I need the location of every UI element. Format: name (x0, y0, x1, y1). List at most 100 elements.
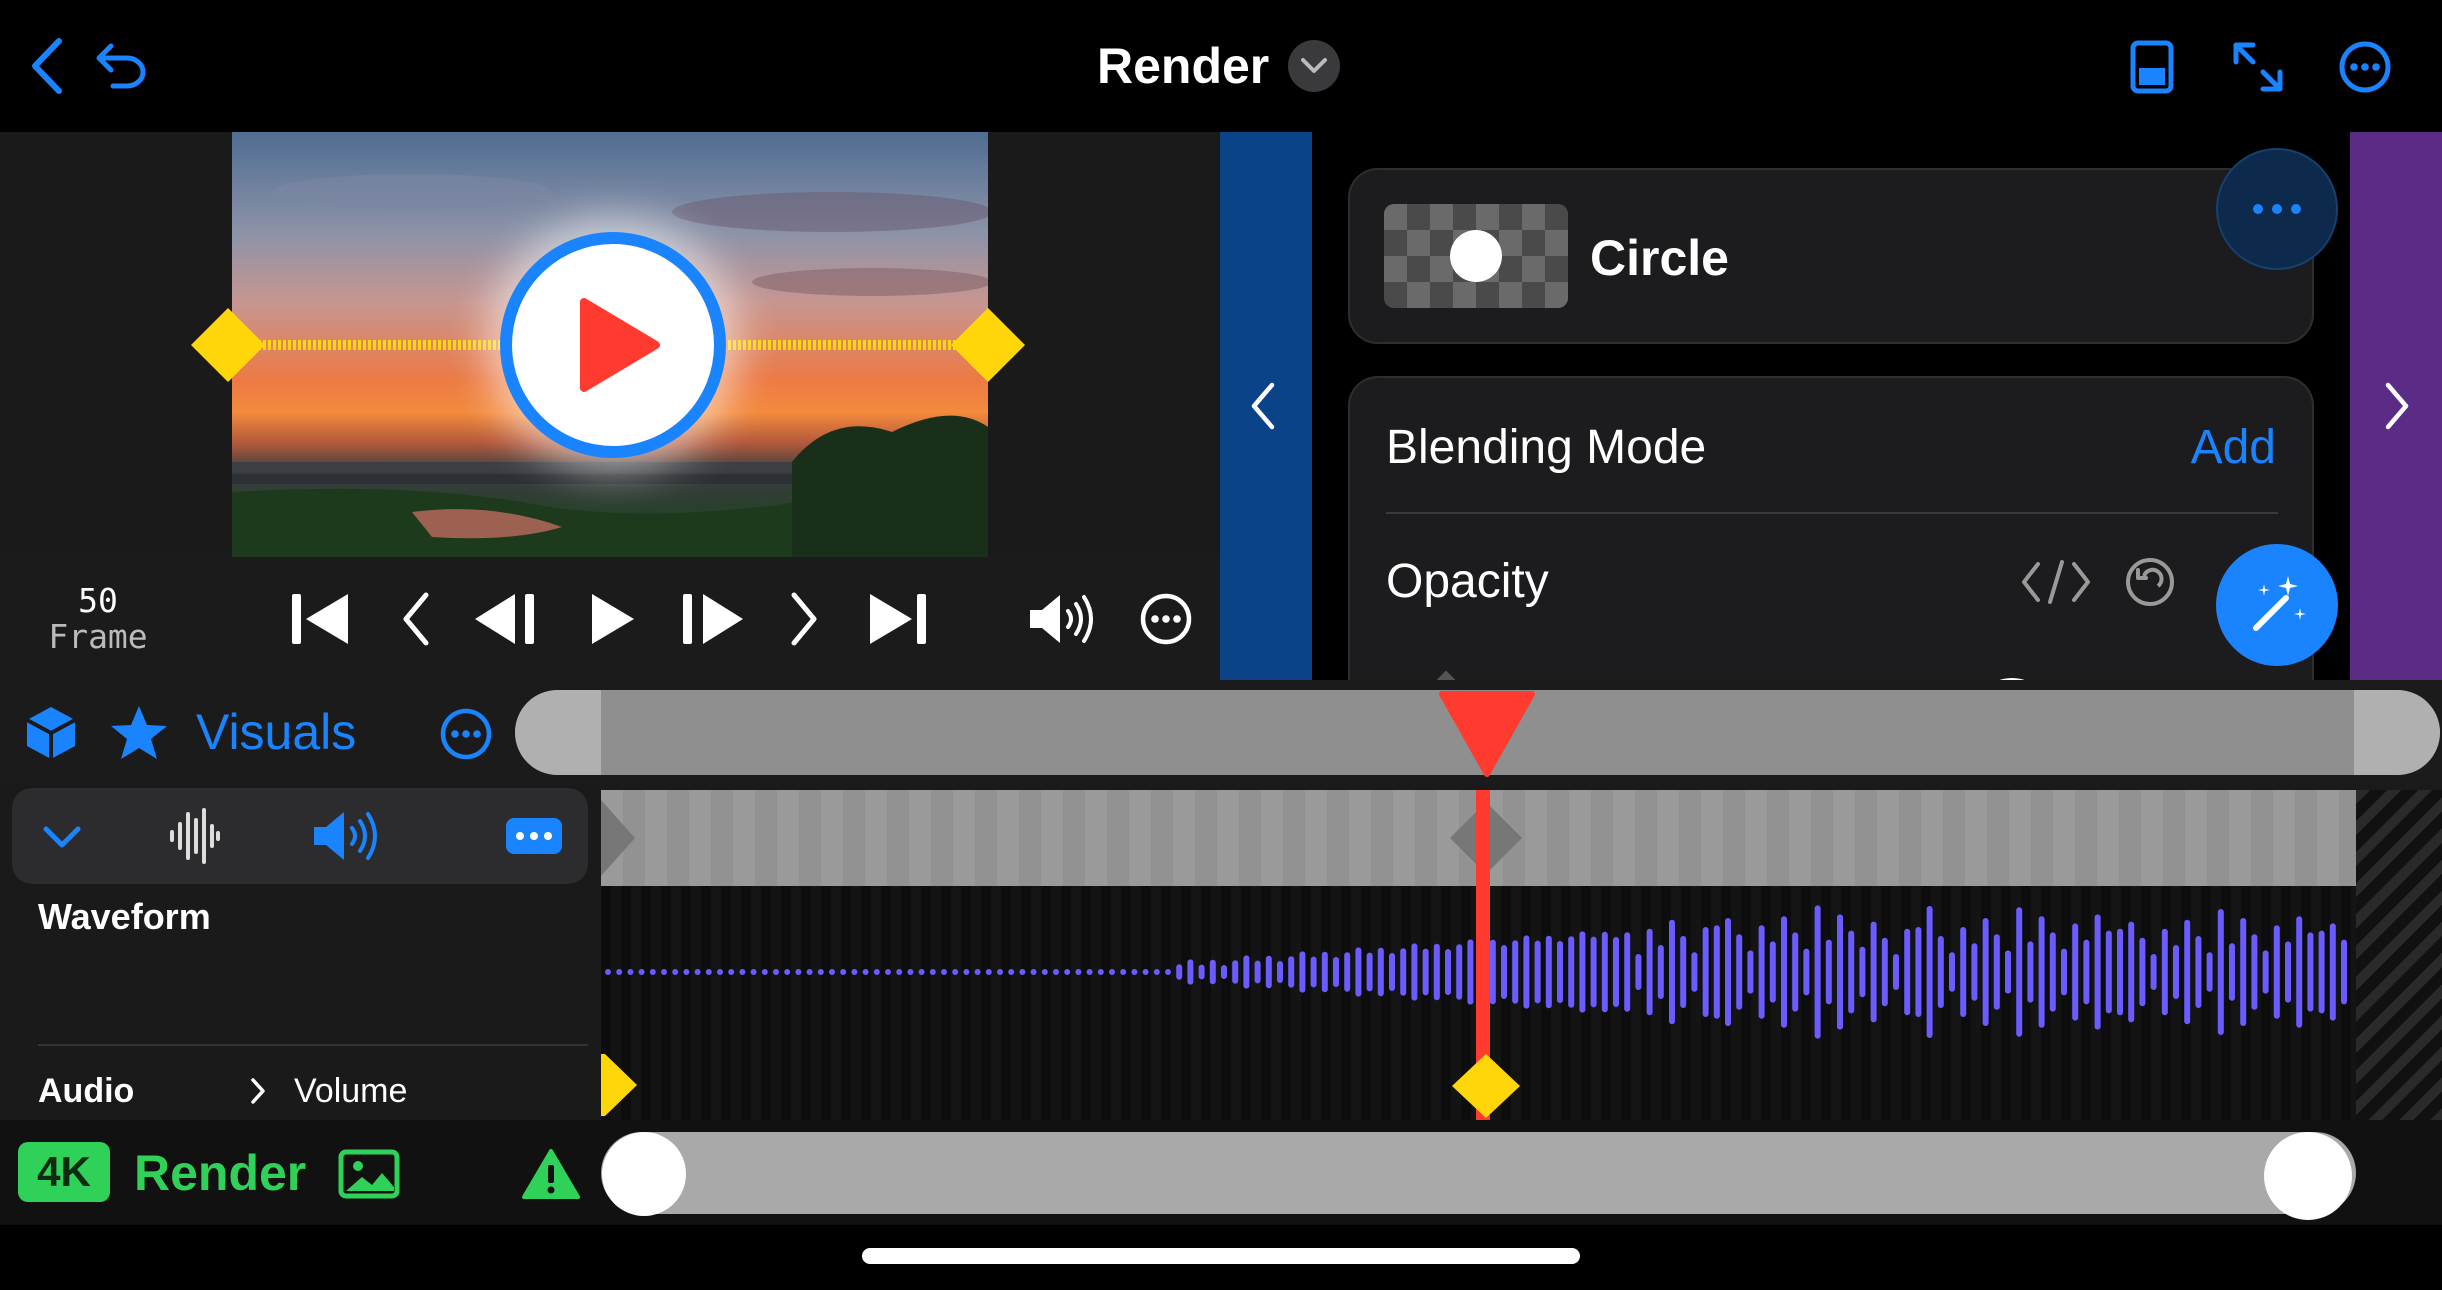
render-range-track[interactable] (601, 1132, 2356, 1214)
range-end-handle[interactable] (2264, 1132, 2352, 1220)
waveform-bar (873, 969, 880, 975)
volume-keyframe-marker[interactable] (601, 1050, 651, 1120)
waveform-bar (1613, 937, 1619, 1007)
frame-number: 50 (78, 581, 118, 620)
waveform-bar (2307, 932, 2314, 1012)
waveform-bar (1960, 927, 1967, 1017)
waveform-bar (1131, 969, 1138, 975)
back-chevron-icon[interactable] (20, 34, 72, 98)
waveform-bar (2094, 914, 2101, 1030)
waveform-bar (2341, 939, 2347, 1005)
waveform-bar (2005, 950, 2011, 994)
undo-icon[interactable] (92, 38, 152, 94)
waveform-bar (2072, 923, 2079, 1021)
waveform-bar (1097, 969, 1104, 975)
waveform-bar (2027, 941, 2034, 1003)
waveform-bar (1433, 943, 1440, 1001)
waveform-bar (1411, 943, 1418, 1001)
waveform-bar (1142, 969, 1149, 975)
property-label[interactable]: Volume (294, 1070, 407, 1112)
inspector-next-button[interactable] (2350, 132, 2442, 680)
fullscreen-arrows-icon[interactable] (2228, 38, 2288, 96)
waveform-bar (1187, 959, 1194, 985)
waveform-bar (2128, 921, 2135, 1023)
opacity-keyframe-marker[interactable] (1420, 670, 1472, 680)
page-title[interactable]: Render (1097, 36, 1269, 96)
waveform-bar (672, 969, 679, 975)
waveform-bar (605, 969, 611, 975)
skip-to-start-icon[interactable] (286, 587, 354, 651)
waveform-bar (1489, 939, 1496, 1005)
image-export-icon[interactable] (336, 1146, 402, 1202)
waveform-bar (1501, 945, 1507, 999)
disclosure-chevron-icon[interactable] (248, 1076, 272, 1106)
home-indicator (862, 1248, 1580, 1264)
blending-add-button[interactable]: Add (2191, 420, 2276, 476)
divider (38, 1044, 588, 1046)
next-chevron-icon[interactable] (782, 587, 828, 651)
playhead-handle[interactable] (1434, 690, 1540, 778)
skip-to-end-icon[interactable] (864, 587, 932, 651)
warning-icon[interactable] (520, 1146, 582, 1202)
waveform-bar (739, 969, 746, 975)
waveform-bar (1680, 936, 1687, 1008)
waveform-bar (2229, 943, 2235, 1001)
waveform-bar (885, 969, 891, 975)
waveform-bar (1377, 947, 1384, 997)
panel-layout-icon[interactable] (2126, 38, 2178, 96)
ellipsis-icon (2253, 204, 2301, 214)
waveform-bar (963, 969, 970, 975)
waveform-icon[interactable] (164, 808, 224, 864)
track-more-button[interactable] (506, 818, 562, 854)
category-selector[interactable]: Visuals (196, 702, 356, 762)
range-start-handle[interactable] (602, 1132, 686, 1216)
play-icon[interactable] (580, 587, 644, 651)
waveform-bar (1030, 969, 1037, 975)
magic-wand-button[interactable] (2216, 544, 2338, 666)
track-volume-icon[interactable] (308, 808, 384, 864)
volume-keyframe-marker[interactable] (1446, 1052, 1526, 1120)
step-forward-icon[interactable] (672, 587, 748, 651)
reset-icon[interactable] (2122, 554, 2178, 610)
inspector-previous-button[interactable] (1220, 132, 1312, 680)
waveform-bar (2016, 907, 2023, 1037)
favorites-star-icon[interactable] (106, 702, 172, 764)
waveform-bar (862, 969, 869, 975)
render-button[interactable]: Render (134, 1144, 306, 1202)
title-dropdown-chevron-icon[interactable] (1288, 40, 1340, 92)
playback-more-icon[interactable] (1136, 589, 1196, 649)
collapse-chevron-icon[interactable] (34, 812, 90, 862)
keyframe-marker[interactable] (601, 790, 681, 886)
cube-icon[interactable] (20, 702, 82, 764)
opacity-label: Opacity (1386, 555, 1549, 608)
waveform-bar (2105, 930, 2112, 1014)
shape-card[interactable]: Circle (1348, 168, 2314, 344)
more-options-icon[interactable] (2336, 38, 2394, 96)
waveform-bar (941, 969, 947, 975)
waveform-bar (649, 969, 656, 975)
shape-thumbnail (1384, 204, 1568, 308)
waveform-bar (750, 969, 757, 975)
play-preview-button[interactable] (500, 232, 726, 458)
waveform-bar (1512, 940, 1519, 1004)
waveform-bar (2262, 950, 2269, 994)
frame-counter[interactable]: 50 Frame (30, 583, 166, 655)
code-expression-icon[interactable] (2018, 554, 2094, 610)
waveform-bar (1534, 940, 1541, 1004)
waveform-bar (2195, 936, 2202, 1008)
inspector-panel: Circle Blending Mode Add Opacity (1220, 132, 2442, 680)
waveform-bar (1669, 919, 1675, 1025)
timeline-more-icon[interactable] (436, 704, 496, 764)
waveform-bar (1153, 969, 1160, 975)
volume-icon[interactable] (1024, 587, 1100, 651)
previous-chevron-icon[interactable] (392, 587, 438, 651)
step-backward-icon[interactable] (470, 587, 546, 651)
waveform-bar (1747, 950, 1754, 994)
card-more-button[interactable] (2216, 148, 2338, 270)
waveform-bar (1075, 969, 1082, 975)
waveform-bar (1422, 948, 1429, 996)
resolution-badge[interactable]: 4K (18, 1142, 110, 1202)
waveform-bar (1725, 918, 1731, 1026)
properties-card: Blending Mode Add Opacity (1348, 376, 2314, 680)
waveform-bar (1713, 925, 1720, 1019)
